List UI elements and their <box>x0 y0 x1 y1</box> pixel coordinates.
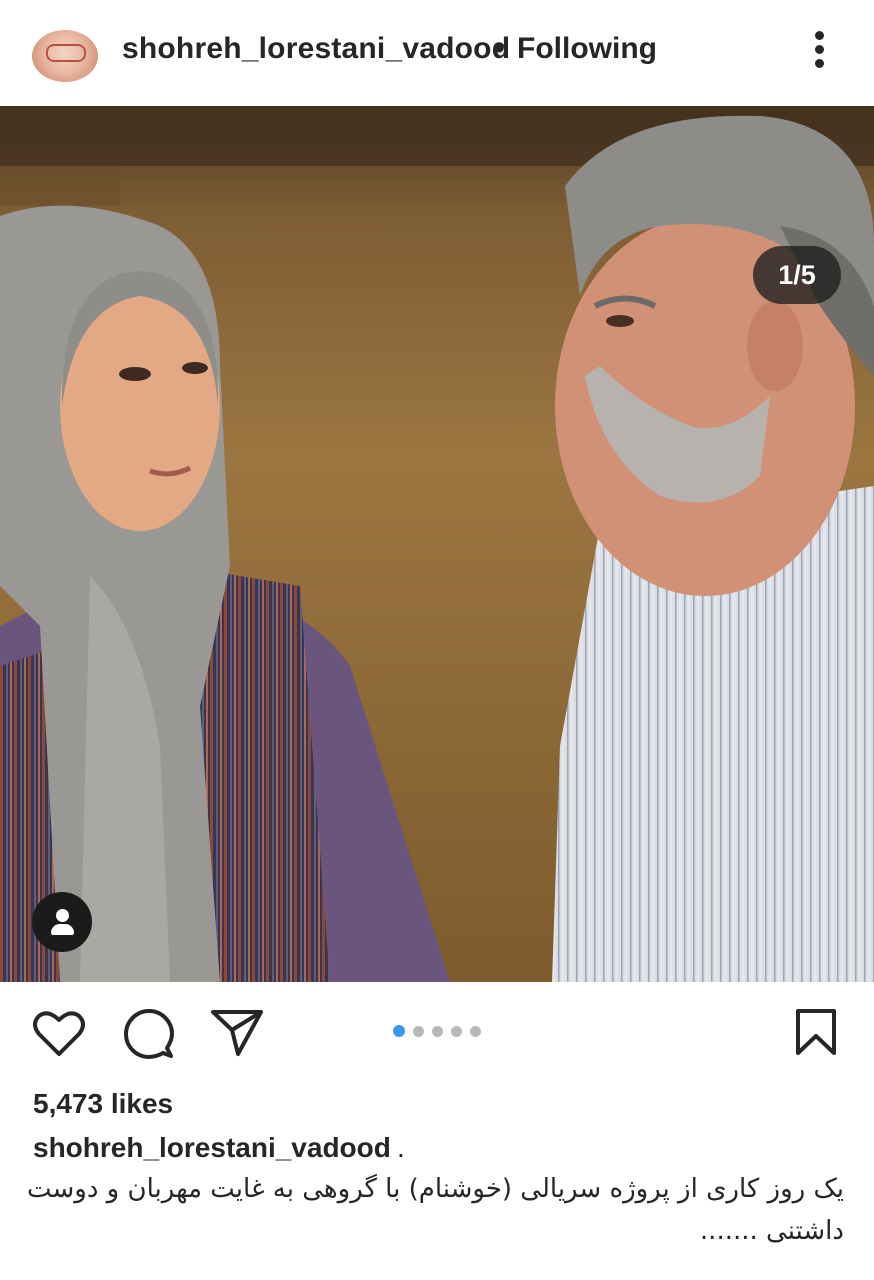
caption-text: یک روز کاری از پروژه سریالی (خوشنام) با … <box>26 1174 844 1246</box>
carousel-dot <box>470 1025 481 1037</box>
post-header: shohreh_lorestani_vadood • Following <box>0 0 874 106</box>
carousel-dot-active <box>393 1025 405 1037</box>
avatar-glasses <box>46 44 86 62</box>
carousel-dot <box>451 1025 462 1037</box>
send-icon[interactable] <box>210 1008 264 1058</box>
header-separator: • <box>494 32 505 65</box>
carousel-dot <box>413 1025 424 1037</box>
carousel-dot <box>432 1025 443 1037</box>
likes-count[interactable]: 5,473 likes <box>33 1088 173 1120</box>
user-tag-icon[interactable] <box>32 892 92 952</box>
bookmark-icon[interactable] <box>794 1008 838 1056</box>
post-image[interactable]: 1/5 <box>0 106 874 982</box>
following-button[interactable]: Following <box>517 32 657 66</box>
post-image-illustration <box>0 106 874 982</box>
more-vertical-icon[interactable] <box>808 30 832 70</box>
carousel-dots <box>393 1024 481 1038</box>
header-username[interactable]: shohreh_lorestani_vadood <box>122 32 510 66</box>
caption-suffix: . <box>397 1132 405 1163</box>
comment-icon[interactable] <box>122 1008 174 1060</box>
avatar[interactable] <box>32 30 98 82</box>
caption-username[interactable]: shohreh_lorestani_vadood <box>33 1132 391 1164</box>
image-counter: 1/5 <box>753 246 841 304</box>
heart-icon[interactable] <box>33 1010 85 1058</box>
